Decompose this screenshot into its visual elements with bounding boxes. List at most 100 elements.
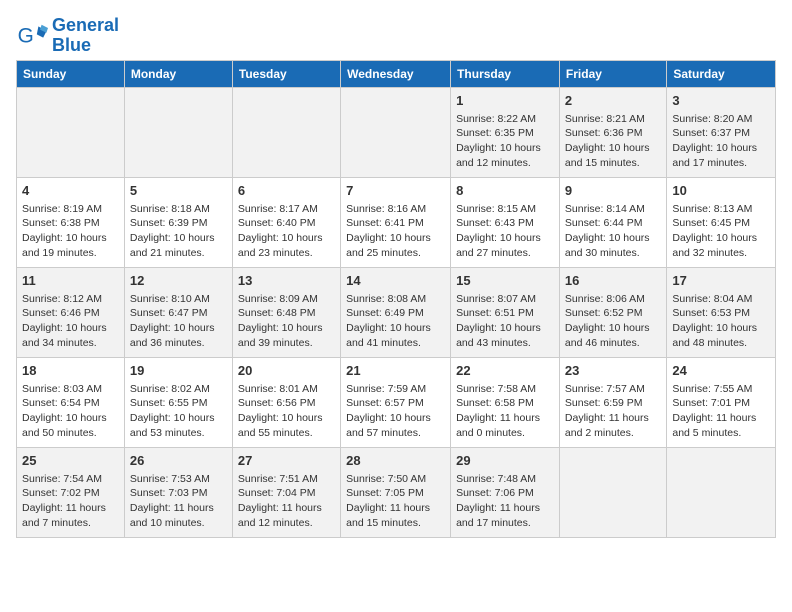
day-info-line: Daylight: 10 hours	[346, 412, 431, 424]
day-number: 25	[22, 452, 119, 470]
day-info-line: Sunrise: 8:06 AM	[565, 293, 645, 305]
weekday-header-sunday: Sunday	[17, 60, 125, 87]
day-info-line: Sunrise: 7:58 AM	[456, 383, 536, 395]
calendar-cell	[17, 87, 125, 177]
day-info-line: and 30 minutes.	[565, 247, 640, 259]
day-info-line: Sunset: 7:01 PM	[672, 397, 750, 409]
day-info-line: Daylight: 10 hours	[130, 232, 215, 244]
weekday-header-wednesday: Wednesday	[341, 60, 451, 87]
calendar-cell: 6Sunrise: 8:17 AMSunset: 6:40 PMDaylight…	[232, 177, 340, 267]
day-info-line: Sunrise: 8:18 AM	[130, 203, 210, 215]
day-info-line: and 2 minutes.	[565, 427, 634, 439]
day-info-line: Sunset: 6:46 PM	[22, 307, 100, 319]
day-info-line: and 15 minutes.	[346, 517, 421, 529]
calendar-cell	[232, 87, 340, 177]
day-info-line: Sunset: 6:48 PM	[238, 307, 316, 319]
day-info-line: Sunset: 6:45 PM	[672, 217, 750, 229]
day-info-line: Sunset: 6:54 PM	[22, 397, 100, 409]
day-info-line: Daylight: 10 hours	[672, 322, 757, 334]
day-info-line: Sunrise: 8:04 AM	[672, 293, 752, 305]
calendar-week-row: 25 Sunrise: 7:54 AM Sunset: 7:02 PM Dayligh…	[17, 447, 776, 537]
day-info-line: Sunset: 6:36 PM	[565, 127, 643, 139]
calendar-cell: 23Sunrise: 7:57 AMSunset: 6:59 PMDayligh…	[559, 357, 666, 447]
calendar-cell: 18Sunrise: 8:03 AMSunset: 6:54 PMDayligh…	[17, 357, 125, 447]
day-info-line: Sunrise: 7:59 AM	[346, 383, 426, 395]
day-info-line: Sunrise: 8:19 AM	[22, 203, 102, 215]
day-info-line: and 21 minutes.	[130, 247, 205, 259]
day-info-line: Sunset: 6:37 PM	[672, 127, 750, 139]
day-number: 7	[346, 182, 445, 200]
calendar-cell: 1Sunrise: 8:22 AMSunset: 6:35 PMDaylight…	[451, 87, 560, 177]
day-number: 26	[130, 452, 227, 470]
calendar-cell: 21Sunrise: 7:59 AMSunset: 6:57 PMDayligh…	[341, 357, 451, 447]
logo: G GeneralBlue	[16, 16, 119, 56]
day-number: 23	[565, 362, 661, 380]
day-info-line: Sunset: 6:39 PM	[130, 217, 208, 229]
day-info-line: and 7 minutes.	[22, 517, 91, 529]
day-info-line: Daylight: 11 hours	[346, 502, 430, 514]
calendar-cell: 16Sunrise: 8:06 AMSunset: 6:52 PMDayligh…	[559, 267, 666, 357]
calendar-cell: 9Sunrise: 8:14 AMSunset: 6:44 PMDaylight…	[559, 177, 666, 267]
day-info-line: Daylight: 10 hours	[456, 142, 541, 154]
day-number: 21	[346, 362, 445, 380]
calendar-cell: 19Sunrise: 8:02 AMSunset: 6:55 PMDayligh…	[124, 357, 232, 447]
day-info-line: Daylight: 10 hours	[238, 412, 323, 424]
day-number: 2	[565, 92, 661, 110]
day-info-line: Daylight: 11 hours	[22, 502, 106, 514]
day-info-line: and 55 minutes.	[238, 427, 313, 439]
day-info-line: and 43 minutes.	[456, 337, 531, 349]
day-info-line: Sunset: 6:51 PM	[456, 307, 534, 319]
day-info-line: Sunrise: 8:15 AM	[456, 203, 536, 215]
calendar-cell: 20Sunrise: 8:01 AMSunset: 6:56 PMDayligh…	[232, 357, 340, 447]
day-info-line: and 39 minutes.	[238, 337, 313, 349]
day-info-line: Sunrise: 8:08 AM	[346, 293, 426, 305]
logo-text: GeneralBlue	[52, 16, 119, 56]
day-info-line: Sunset: 7:03 PM	[130, 487, 208, 499]
day-info-line: Sunset: 7:04 PM	[238, 487, 316, 499]
day-info-line: and 0 minutes.	[456, 427, 525, 439]
day-info-line: and 57 minutes.	[346, 427, 421, 439]
day-number: 15	[456, 272, 554, 290]
day-info-line: and 50 minutes.	[22, 427, 97, 439]
day-info-line: Sunset: 6:43 PM	[456, 217, 534, 229]
calendar-cell: 27Sunrise: 7:51 AMSunset: 7:04 PMDayligh…	[232, 447, 340, 537]
day-number: 9	[565, 182, 661, 200]
day-info-line: Daylight: 11 hours	[456, 412, 540, 424]
day-info-line: Daylight: 10 hours	[456, 322, 541, 334]
day-info-line: and 12 minutes.	[238, 517, 313, 529]
calendar-cell: 8Sunrise: 8:15 AMSunset: 6:43 PMDaylight…	[451, 177, 560, 267]
day-number: 3	[672, 92, 770, 110]
day-info-line: Daylight: 10 hours	[565, 142, 650, 154]
day-info-line: Daylight: 10 hours	[565, 232, 650, 244]
weekday-header-saturday: Saturday	[667, 60, 776, 87]
day-info-line: and 25 minutes.	[346, 247, 421, 259]
day-info-line: Daylight: 10 hours	[456, 232, 541, 244]
day-info-line: Sunset: 6:49 PM	[346, 307, 424, 319]
day-number: 6	[238, 182, 335, 200]
calendar-cell	[667, 447, 776, 537]
calendar-week-row: 18Sunrise: 8:03 AMSunset: 6:54 PMDayligh…	[17, 357, 776, 447]
calendar-cell: 14Sunrise: 8:08 AMSunset: 6:49 PMDayligh…	[341, 267, 451, 357]
day-info-line: and 53 minutes.	[130, 427, 205, 439]
weekday-header-row: SundayMondayTuesdayWednesdayThursdayFrid…	[17, 60, 776, 87]
day-info-line: Sunset: 7:02 PM	[22, 487, 100, 499]
day-info-line: Sunset: 6:55 PM	[130, 397, 208, 409]
day-info-line: Sunrise: 8:03 AM	[22, 383, 102, 395]
calendar-cell	[559, 447, 666, 537]
day-info-line: Sunrise: 7:48 AM	[456, 473, 536, 485]
day-info-line: Daylight: 11 hours	[130, 502, 214, 514]
day-info-line: Daylight: 10 hours	[22, 322, 107, 334]
day-info-line: Sunrise: 7:50 AM	[346, 473, 426, 485]
day-number: 14	[346, 272, 445, 290]
day-info-line: Sunrise: 8:10 AM	[130, 293, 210, 305]
day-info-line: Sunrise: 8:17 AM	[238, 203, 318, 215]
day-info-line: Daylight: 10 hours	[22, 232, 107, 244]
day-info-line: Sunrise: 7:54 AM	[22, 473, 102, 485]
day-number: 20	[238, 362, 335, 380]
svg-text:G: G	[18, 24, 34, 47]
day-info-line: Daylight: 10 hours	[130, 412, 215, 424]
weekday-header-tuesday: Tuesday	[232, 60, 340, 87]
day-info-line: and 10 minutes.	[130, 517, 205, 529]
day-info-line: Sunrise: 8:20 AM	[672, 113, 752, 125]
day-info-line: and 41 minutes.	[346, 337, 421, 349]
